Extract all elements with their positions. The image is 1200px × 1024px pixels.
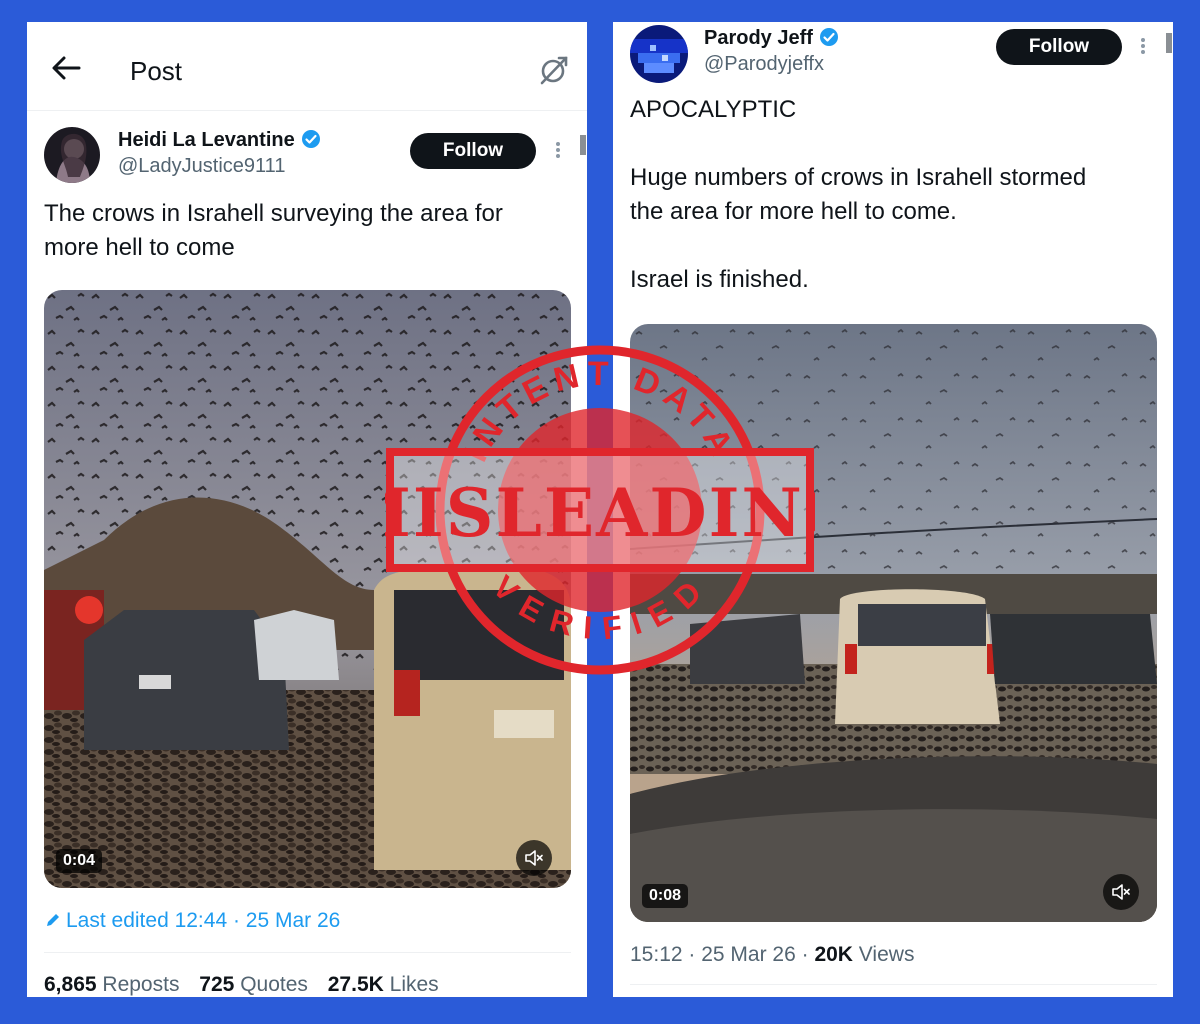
- page-title: Post: [130, 56, 183, 86]
- video-duration: 0:08: [642, 884, 689, 908]
- verified-badge-icon: [819, 28, 838, 46]
- likes-stat[interactable]: 27.5K Likes: [328, 973, 439, 996]
- quotes-stat[interactable]: 725 Quotes: [199, 973, 308, 996]
- mute-toggle-button[interactable]: [516, 840, 552, 876]
- author-name-text[interactable]: Heidi La Levantine: [118, 129, 295, 151]
- more-options-icon[interactable]: [555, 140, 561, 162]
- views-count[interactable]: 20K: [814, 943, 853, 966]
- post-text: APOCALYPTIC Huge numbers of crows in Isr…: [630, 96, 1087, 293]
- volume-muted-icon: [1112, 884, 1130, 900]
- video-player[interactable]: 0:08: [630, 324, 1157, 922]
- author-handle[interactable]: @Parodyjeffx: [704, 53, 824, 76]
- video-frame: [44, 290, 571, 888]
- author-handle[interactable]: @LadyJustice9111: [118, 155, 285, 178]
- post-meta: 15:12 · 25 Mar 26 · 20K Views: [630, 943, 914, 967]
- arrow-left-icon[interactable]: [49, 54, 83, 82]
- author-name-text[interactable]: Parody Jeff: [704, 27, 813, 49]
- quotes-count[interactable]: 725: [199, 973, 234, 996]
- verified-badge-icon: [301, 130, 320, 148]
- scrollbar-thumb[interactable]: [580, 135, 586, 155]
- reposts-count[interactable]: 6,865: [44, 973, 97, 996]
- last-edited-text[interactable]: Last edited 12:44 · 25 Mar 26: [66, 909, 340, 932]
- sync-off-icon[interactable]: [537, 54, 569, 86]
- more-options-icon[interactable]: [1140, 36, 1146, 58]
- right-post-panel: Parody Jeff @Parodyjeffx Follow APOCALYP…: [613, 22, 1173, 997]
- reposts-label[interactable]: Reposts: [102, 973, 179, 996]
- volume-muted-icon: [525, 850, 543, 866]
- pencil-icon: [47, 914, 59, 926]
- follow-button[interactable]: Follow: [410, 133, 536, 169]
- avatar[interactable]: [44, 127, 100, 183]
- author-name[interactable]: Heidi La Levantine: [118, 129, 321, 152]
- video-duration: 0:04: [56, 849, 103, 873]
- avatar[interactable]: [630, 25, 688, 83]
- divider: [630, 984, 1157, 985]
- follow-button[interactable]: Follow: [996, 29, 1122, 65]
- divider: [44, 952, 571, 953]
- post-text: The crows in Israhell surveying the area…: [44, 200, 503, 261]
- likes-count[interactable]: 27.5K: [328, 973, 384, 996]
- likes-label[interactable]: Likes: [390, 973, 439, 996]
- video-frame: [630, 324, 1157, 922]
- reposts-stat[interactable]: 6,865 Reposts: [44, 973, 179, 996]
- quotes-label[interactable]: Quotes: [240, 973, 308, 996]
- author-name[interactable]: Parody Jeff: [704, 27, 839, 50]
- scrollbar-thumb[interactable]: [1166, 33, 1172, 53]
- engagement-stats: 6,865 Reposts 725 Quotes 27.5K Likes: [44, 973, 439, 997]
- video-player[interactable]: 0:04: [44, 290, 571, 888]
- last-edited-link[interactable]: Last edited 12:44 · 25 Mar 26: [44, 909, 340, 933]
- left-post-panel: Post Heidi La Levantine @LadyJustice9111…: [27, 22, 587, 997]
- mute-toggle-button[interactable]: [1103, 874, 1139, 910]
- post-timestamp[interactable]: 15:12 · 25 Mar 26 ·: [630, 943, 814, 966]
- post-header-bar: Post: [27, 22, 587, 111]
- views-label: Views: [852, 943, 915, 966]
